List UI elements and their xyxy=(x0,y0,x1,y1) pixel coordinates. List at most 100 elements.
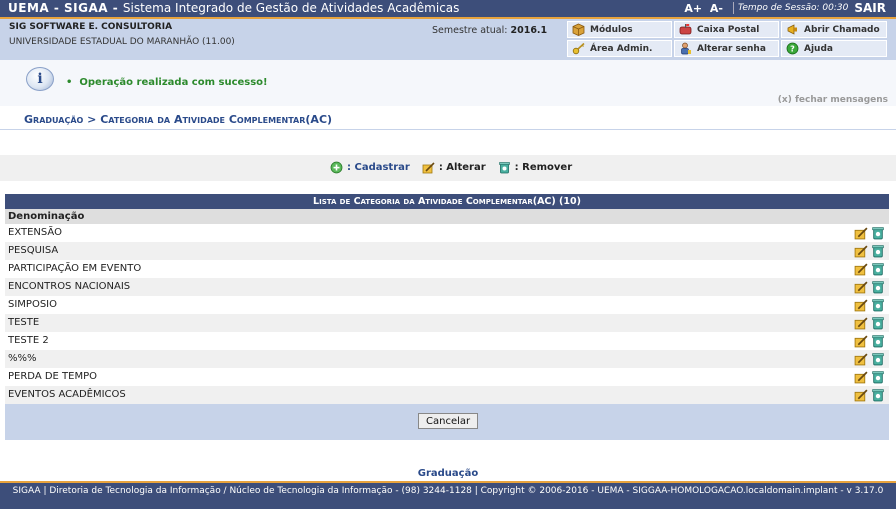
row-denominacao: PARTICIPAÇÃO EM EVENTO xyxy=(8,263,142,274)
edit-icon[interactable] xyxy=(854,244,868,258)
info-bar: SIG SOFTWARE E. CONSULTORIA UNIVERSIDADE… xyxy=(0,19,896,60)
table-row: TESTE 2 xyxy=(5,332,889,350)
edit-icon[interactable] xyxy=(854,262,868,276)
row-denominacao: TESTE xyxy=(8,317,40,328)
column-header-denominacao: Denominação xyxy=(5,209,889,224)
row-denominacao: SIMPOSIO xyxy=(8,299,57,310)
table-row: PERDA DE TEMPO xyxy=(5,368,889,386)
row-denominacao: PESQUISA xyxy=(8,245,59,256)
trash-icon[interactable] xyxy=(871,226,885,240)
row-actions xyxy=(854,370,885,384)
row-denominacao: TESTE 2 xyxy=(8,335,49,346)
breadcrumb-divider xyxy=(0,129,896,130)
message-bullet: • xyxy=(66,77,73,88)
caixa-postal-button[interactable]: Caixa Postal xyxy=(674,21,779,38)
remover-label: : Remover xyxy=(514,162,573,173)
table-row: EXTENSÃO xyxy=(5,224,889,242)
font-decrease-button[interactable]: A- xyxy=(710,2,723,15)
app-brand: UEMA - SIGAA - xyxy=(8,1,119,15)
abrir-chamado-label: Abrir Chamado xyxy=(804,24,880,35)
edit-icon[interactable] xyxy=(854,298,868,312)
key-icon xyxy=(572,42,585,55)
message-panel: i • Operação realizada com sucesso! (x) … xyxy=(0,60,896,106)
row-denominacao: EVENTOS ACADÊMICOS xyxy=(8,389,126,400)
svg-text:?: ? xyxy=(790,45,795,54)
trash-icon[interactable] xyxy=(871,352,885,366)
edit-icon[interactable] xyxy=(854,316,868,330)
edit-icon[interactable] xyxy=(854,226,868,240)
top-bar: UEMA - SIGAA - Sistema Integrado de Gest… xyxy=(0,0,896,17)
actions-legend: : Cadastrar : Alterar : Remover xyxy=(0,155,896,181)
row-denominacao: %%% xyxy=(8,353,37,364)
table-caption: Lista de Categoria da Atividade Compleme… xyxy=(5,194,889,209)
trash-icon[interactable] xyxy=(871,316,885,330)
current-semester: Semestre atual: 2016.1 xyxy=(432,25,547,36)
info-icon: i xyxy=(26,67,54,91)
trash-icon[interactable] xyxy=(871,262,885,276)
trash-icon[interactable] xyxy=(871,370,885,384)
table-row: ENCONTROS NACIONAIS xyxy=(5,278,889,296)
app-title: UEMA - SIGAA - Sistema Integrado de Gest… xyxy=(8,1,459,15)
table-footer: Cancelar xyxy=(5,404,889,440)
category-table: Lista de Categoria da Atividade Compleme… xyxy=(5,194,889,440)
row-actions xyxy=(854,352,885,366)
row-actions xyxy=(854,298,885,312)
success-message-text: Operação realizada com sucesso! xyxy=(79,77,268,88)
row-actions xyxy=(854,280,885,294)
modulos-button[interactable]: Módulos xyxy=(567,21,672,38)
divider xyxy=(732,2,734,14)
breadcrumb: Graduação > Categoria da Atividade Compl… xyxy=(24,113,333,126)
edit-icon[interactable] xyxy=(854,370,868,384)
ajuda-button[interactable]: ? Ajuda xyxy=(781,40,887,57)
trash-icon[interactable] xyxy=(871,388,885,402)
cadastrar-action[interactable]: : Cadastrar xyxy=(330,161,410,174)
row-actions xyxy=(854,244,885,258)
session-timer: Tempo de Sessão: 00:30 xyxy=(737,3,849,13)
trash-icon[interactable] xyxy=(871,244,885,258)
logout-button[interactable]: SAIR xyxy=(854,1,886,15)
graduacao-link[interactable]: Graduação xyxy=(0,468,896,479)
row-actions xyxy=(854,226,885,240)
close-messages-link[interactable]: (x) fechar mensagens xyxy=(778,95,888,105)
mailbox-icon xyxy=(679,24,692,35)
row-denominacao: ENCONTROS NACIONAIS xyxy=(8,281,131,292)
university-name: UNIVERSIDADE ESTADUAL DO MARANHÃO (11.00… xyxy=(9,37,235,47)
table-row: TESTE xyxy=(5,314,889,332)
row-denominacao: EXTENSÃO xyxy=(8,227,62,238)
edit-icon[interactable] xyxy=(854,280,868,294)
alterar-label: : Alterar xyxy=(438,162,486,173)
modulos-label: Módulos xyxy=(590,24,633,35)
trash-icon[interactable] xyxy=(871,334,885,348)
row-actions xyxy=(854,262,885,276)
alterar-senha-button[interactable]: Alterar senha xyxy=(674,40,779,57)
edit-icon xyxy=(422,162,435,174)
app-subtitle: Sistema Integrado de Gestão de Atividade… xyxy=(122,1,460,15)
trash-icon[interactable] xyxy=(871,280,885,294)
font-increase-button[interactable]: A+ xyxy=(684,2,702,15)
cancel-button[interactable]: Cancelar xyxy=(418,413,479,429)
trash-icon[interactable] xyxy=(871,298,885,312)
add-icon xyxy=(330,161,343,174)
table-row: %%% xyxy=(5,350,889,368)
edit-icon[interactable] xyxy=(854,334,868,348)
megaphone-icon xyxy=(787,24,797,35)
cadastrar-label: : Cadastrar xyxy=(347,162,410,173)
remover-action: : Remover xyxy=(498,161,573,174)
table-row: PESQUISA xyxy=(5,242,889,260)
table-row: EVENTOS ACADÊMICOS xyxy=(5,386,889,404)
table-row: SIMPOSIO xyxy=(5,296,889,314)
ajuda-label: Ajuda xyxy=(804,43,833,54)
edit-icon[interactable] xyxy=(854,352,868,366)
area-admin-button[interactable]: Área Admin. xyxy=(567,40,672,57)
semester-value: 2016.1 xyxy=(510,25,548,36)
caixa-postal-label: Caixa Postal xyxy=(697,24,760,35)
area-admin-label: Área Admin. xyxy=(590,43,653,54)
edit-icon[interactable] xyxy=(854,388,868,402)
help-icon: ? xyxy=(786,42,799,55)
organization-name: SIG SOFTWARE E. CONSULTORIA xyxy=(9,22,173,32)
table-row: PARTICIPAÇÃO EM EVENTO xyxy=(5,260,889,278)
trash-icon xyxy=(498,162,510,174)
row-actions xyxy=(854,388,885,402)
semester-label: Semestre atual: xyxy=(432,25,508,36)
abrir-chamado-button[interactable]: Abrir Chamado xyxy=(781,21,887,38)
